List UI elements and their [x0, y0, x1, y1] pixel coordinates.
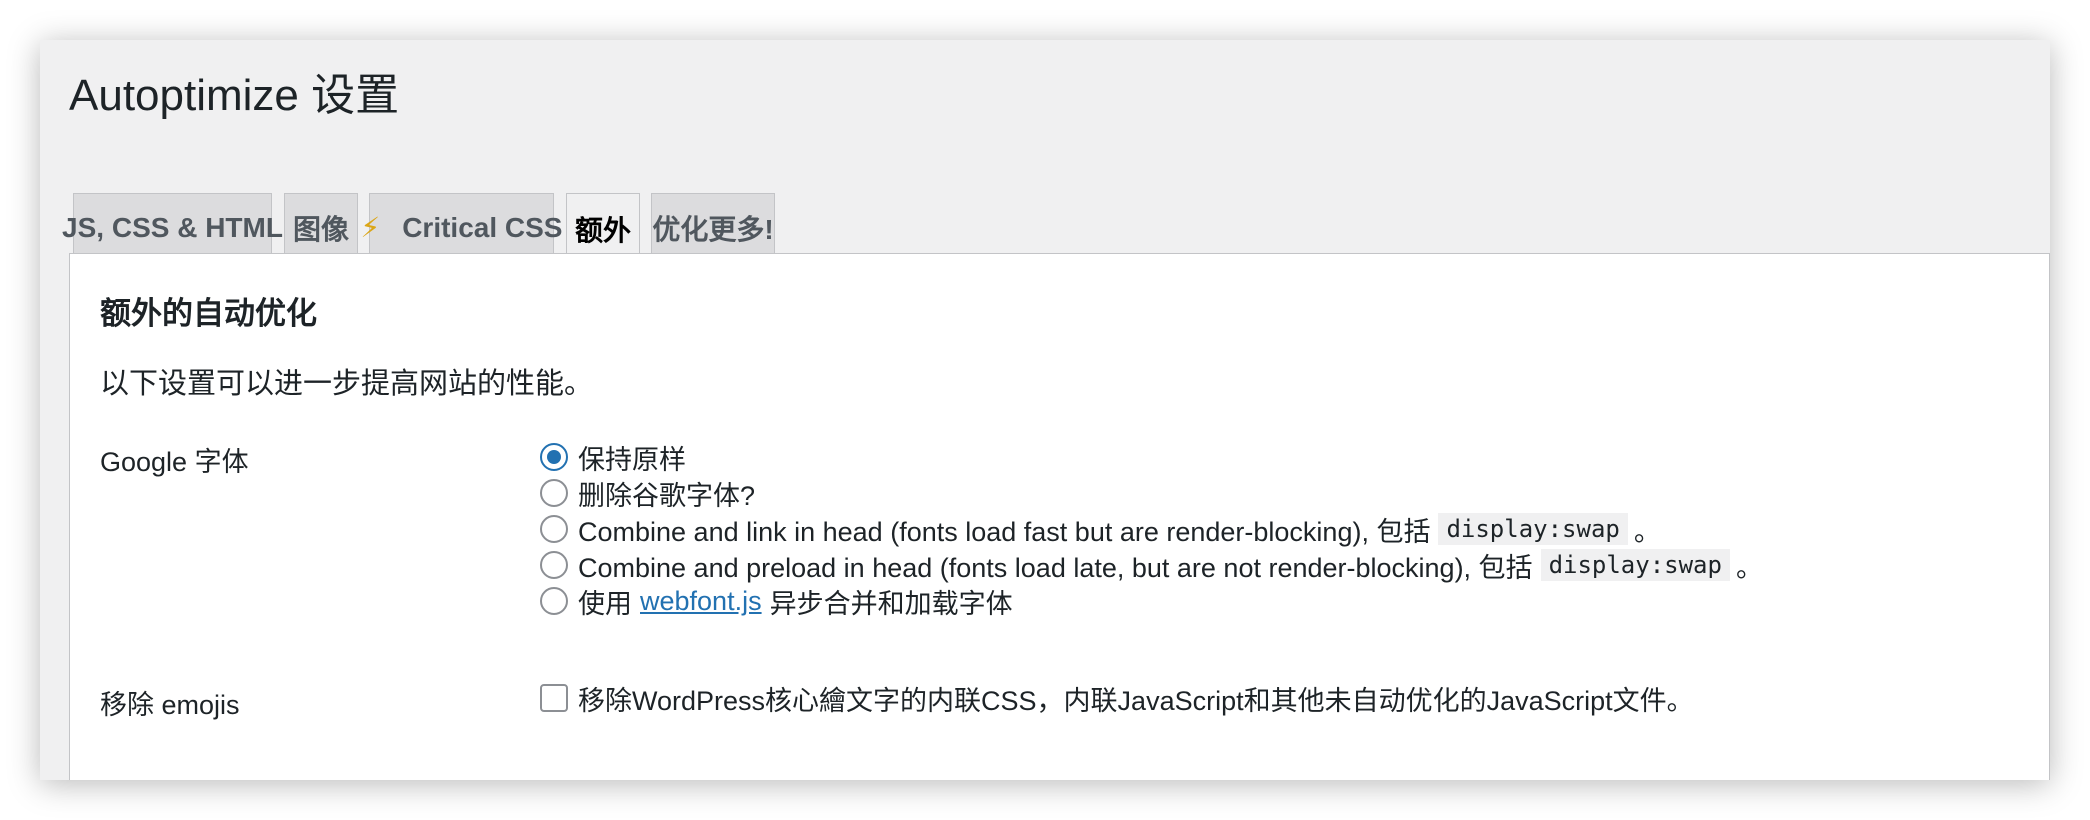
remove-emojis-checkbox[interactable]: [540, 684, 568, 712]
option-label: 异步合并和加载字体: [769, 588, 1013, 619]
tab-optimize-more[interactable]: 优化更多!: [651, 193, 775, 261]
option-label: Combine and preload in head (fonts load …: [578, 552, 1533, 583]
lightning-bolt-icon: ⚡: [360, 212, 381, 243]
nav-tabs: JS, CSS & HTML 图像 ⚡ Critical CSS 额外 优化更多…: [62, 151, 2050, 264]
option-label: 删除谷歌字体?: [578, 480, 756, 511]
code-snippet: display:swap: [1540, 549, 1730, 581]
settings-panel: 额外的自动优化 以下设置可以进一步提高网站的性能。 Google 字体 保持原样…: [69, 253, 2050, 780]
remove-emojis-option[interactable]: 移除WordPress核心繪文字的内联CSS，内联JavaScript和其他未自…: [540, 680, 1694, 716]
option-suffix: 。: [1735, 552, 1763, 583]
tab-label: JS, CSS & HTML: [62, 211, 283, 243]
radio-dot: [547, 450, 561, 464]
radio-button-checked[interactable]: [540, 443, 568, 471]
tab-label: 额外: [574, 214, 631, 246]
option-suffix: 。: [1633, 516, 1661, 547]
radio-button[interactable]: [540, 587, 568, 615]
google-fonts-option[interactable]: 使用 webfont.js 异步合并和加载字体: [540, 583, 1763, 619]
radio-button[interactable]: [540, 479, 568, 507]
radio-button[interactable]: [540, 515, 568, 543]
google-fonts-options: 保持原样 删除谷歌字体? Combine and link in head (f…: [540, 439, 1763, 619]
radio-button[interactable]: [540, 551, 568, 579]
google-fonts-option[interactable]: 删除谷歌字体?: [540, 475, 1763, 511]
tab-label: 图像: [292, 213, 349, 245]
option-label: 保持原样: [578, 444, 686, 475]
google-fonts-option[interactable]: Combine and preload in head (fonts load …: [540, 547, 1763, 583]
tab-label: Critical CSS: [402, 211, 563, 243]
tab-label: 优化更多!: [652, 213, 774, 245]
webfont-js-link[interactable]: webfont.js: [640, 586, 762, 617]
checkbox-label: 移除WordPress核心繪文字的内联CSS，内联JavaScript和其他未自…: [578, 685, 1694, 716]
page-title: Autoptimize 设置: [69, 71, 400, 120]
tab-images[interactable]: 图像: [284, 193, 358, 261]
option-prefix: 使用: [578, 588, 632, 619]
section-title: 额外的自动优化: [100, 296, 317, 331]
option-label: Combine and link in head (fonts load fas…: [578, 516, 1431, 547]
code-snippet: display:swap: [1438, 513, 1628, 545]
google-fonts-option[interactable]: 保持原样: [540, 439, 1763, 475]
tab-critical-css[interactable]: ⚡ Critical CSS: [361, 193, 562, 261]
section-description: 以下设置可以进一步提高网站的性能。: [100, 368, 594, 400]
google-fonts-label: Google 字体: [100, 447, 249, 477]
remove-emojis-label: 移除 emojis: [100, 690, 240, 720]
settings-window: Autoptimize 设置 JS, CSS & HTML 图像 ⚡ Criti…: [40, 40, 2050, 780]
tab-js-css-html[interactable]: JS, CSS & HTML: [62, 193, 283, 261]
google-fonts-option[interactable]: Combine and link in head (fonts load fas…: [540, 511, 1763, 547]
